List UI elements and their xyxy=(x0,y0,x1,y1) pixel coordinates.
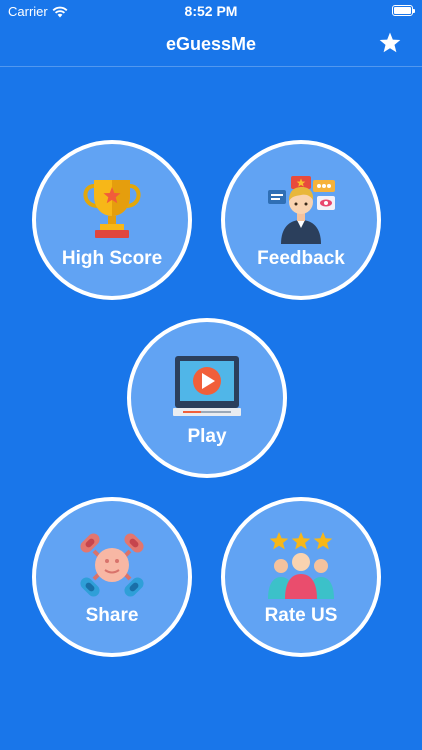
rate-us-button[interactable]: Rate US xyxy=(221,497,381,657)
app-title: eGuessMe xyxy=(165,34,257,54)
rate-users-icon xyxy=(268,532,334,599)
status-bar: Carrier 8:52 PM xyxy=(0,0,422,24)
high-score-button[interactable]: High Score xyxy=(32,140,192,300)
share-button[interactable]: Share xyxy=(32,497,192,657)
video-play-icon xyxy=(173,356,241,416)
high-score-label: High Score xyxy=(61,248,163,269)
status-time: 8:52 PM xyxy=(184,3,238,19)
trophy-icon xyxy=(83,180,141,238)
feedback-person-icon xyxy=(268,176,335,244)
rate-us-label: Rate US xyxy=(264,605,338,626)
share-network-icon xyxy=(80,533,144,597)
share-label: Share xyxy=(85,605,139,626)
play-label: Play xyxy=(187,426,227,447)
feedback-label: Feedback xyxy=(257,248,345,269)
play-button[interactable]: Play xyxy=(127,318,287,478)
navigation-bar: eGuessMe xyxy=(0,24,422,67)
battery-icon xyxy=(392,5,415,16)
feedback-button[interactable]: Feedback xyxy=(221,140,381,300)
star-icon[interactable] xyxy=(378,31,402,55)
